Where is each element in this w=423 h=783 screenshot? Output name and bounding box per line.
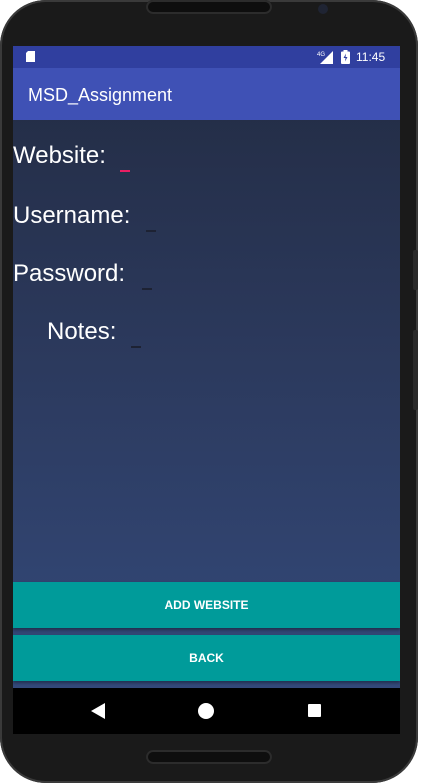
password-input[interactable] [142,284,152,290]
app-title: MSD_Assignment [28,85,173,105]
navigation-bar [13,688,400,734]
top-speaker [146,0,272,14]
network-type: 4G [317,52,325,58]
username-input[interactable] [146,226,156,232]
app-bar: MSD_Assignment [13,68,400,120]
bottom-speaker [146,750,272,764]
power-button [413,330,418,410]
phone-frame: 4G 11:45 MSD_Assignment Website: Usernam… [0,0,418,783]
battery-icon [341,50,350,64]
username-label: Username: [13,202,131,229]
signal-icon: 4G [317,51,333,64]
notes-label: Notes: [47,318,117,345]
back-icon[interactable] [91,703,105,719]
website-input[interactable] [120,166,130,172]
status-bar: 4G 11:45 [13,46,400,68]
website-label: Website: [13,142,106,169]
add-website-button[interactable]: ADD WEBSITE [13,582,400,628]
app-screen: 4G 11:45 MSD_Assignment Website: Usernam… [13,46,400,688]
status-time: 11:45 [356,50,386,64]
volume-button [413,250,418,290]
recent-apps-icon[interactable] [308,704,321,717]
notes-input[interactable] [131,342,141,348]
home-icon[interactable] [198,703,214,719]
front-camera [318,4,328,14]
back-button[interactable]: BACK [13,635,400,681]
password-label: Password: [13,260,126,287]
sd-card-icon [26,51,35,62]
